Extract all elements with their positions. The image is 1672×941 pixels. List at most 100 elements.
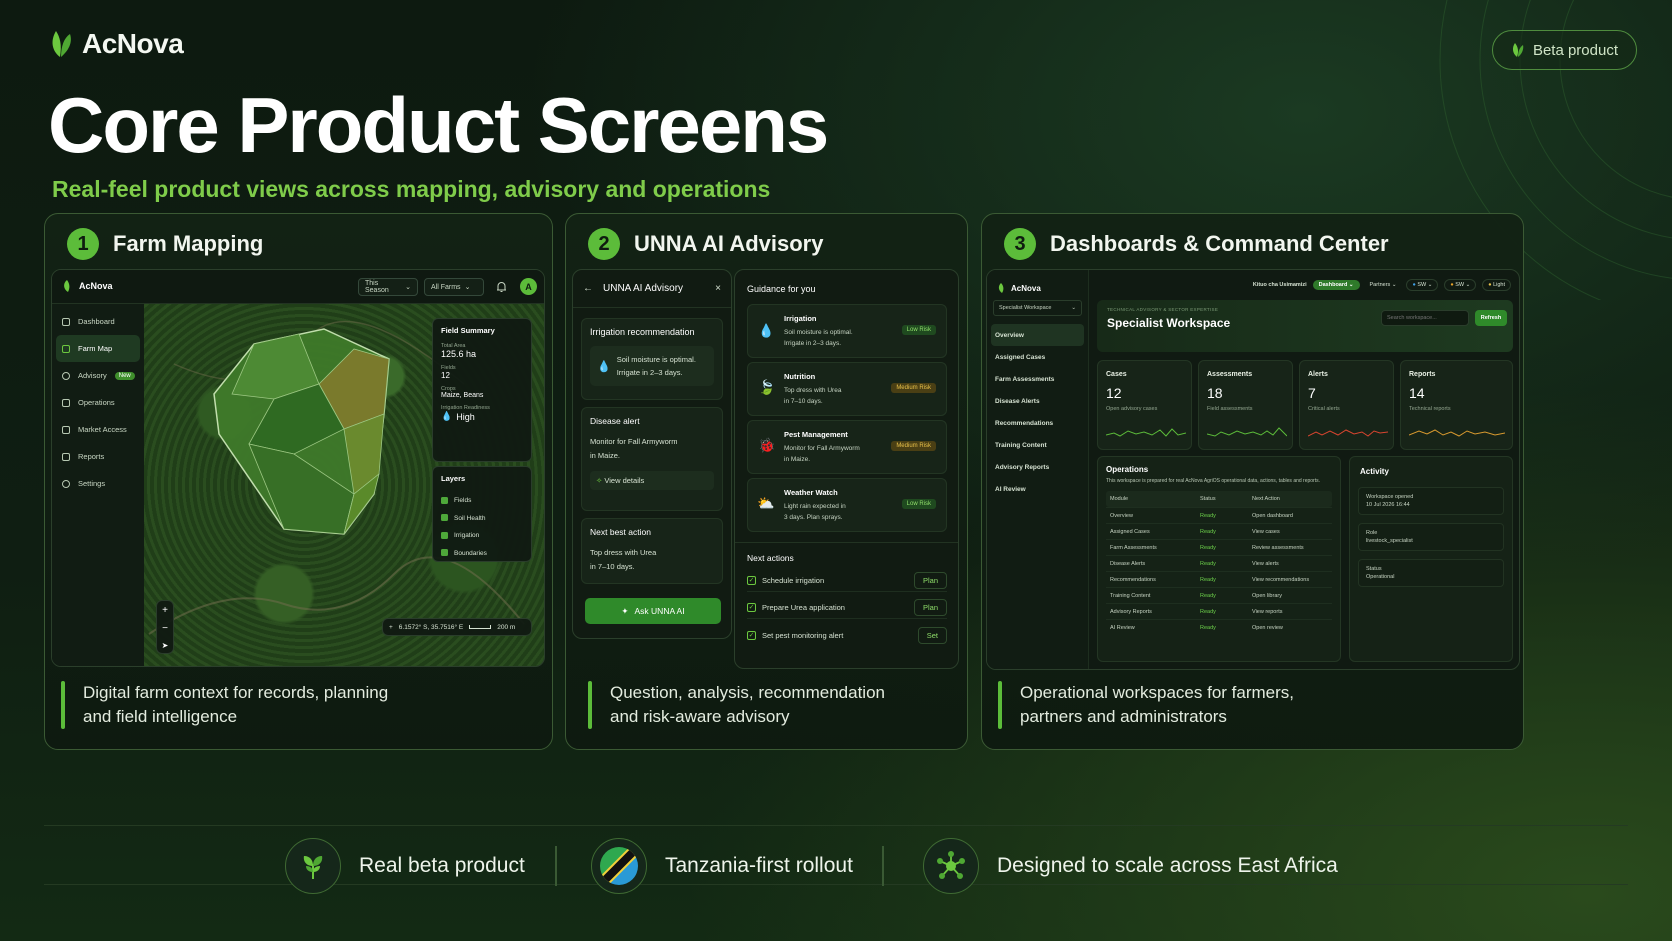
card-caption: Digital farm context for records, planni… <box>61 681 413 729</box>
table-row[interactable]: Disease Alerts Ready View alerts <box>1106 555 1332 571</box>
checkbox-icon <box>441 549 448 557</box>
language-select[interactable]: ● SW ⌄ <box>1406 279 1439 291</box>
cell: Recommendations <box>1110 576 1156 583</box>
total-area-value: 125.6 ha <box>441 349 477 359</box>
table-row[interactable]: Training Content Ready Open library <box>1106 587 1332 603</box>
sidebar-item-advisory[interactable]: Advisory New <box>52 362 144 389</box>
ask-unna-button[interactable]: ✦ Ask UNNA AI <box>585 598 721 624</box>
feature-real-beta: Real beta product <box>285 838 525 894</box>
dashboard-tab[interactable]: Dashboard ⌄ <box>1312 280 1360 290</box>
layer-label: Fields <box>454 497 472 504</box>
dashboard-sidebar: AcNova Specialist Workspace ⌄ Overview As… <box>987 270 1089 669</box>
locate-icon[interactable]: ➤ <box>162 641 169 650</box>
activity-item: Status Operational <box>1358 559 1504 587</box>
zoom-in-button[interactable]: + <box>162 605 168 616</box>
season-select[interactable]: This Season ⌄ <box>358 278 418 296</box>
next-action-line: in 7–10 days. <box>590 562 635 571</box>
table-row[interactable]: Recommendations Ready View recommendations <box>1106 571 1332 587</box>
table-header: Module Status Next Action <box>1106 491 1332 507</box>
table-row[interactable]: Farm Assessments Ready Review assessments <box>1106 539 1332 555</box>
layer-label: Irrigation <box>454 532 480 539</box>
stat-card-alerts[interactable]: Alerts 7 Critical alerts <box>1299 360 1394 450</box>
refresh-button[interactable]: Refresh <box>1475 310 1507 326</box>
table-row[interactable]: Assigned Cases Ready View cases <box>1106 523 1332 539</box>
guidance-item[interactable]: 🍃 Nutrition Top dress with Urea in 7–10 … <box>747 362 947 416</box>
theme-toggle[interactable]: ● Light <box>1482 279 1511 291</box>
disease-line: in Maize. <box>590 451 621 460</box>
sparkline <box>1308 429 1388 437</box>
sidebar-item-assigned-cases[interactable]: Assigned Cases <box>987 346 1088 368</box>
status-cell: Ready <box>1200 576 1216 583</box>
layers-panel: Layers Fields Soil Health Irrigation Bou… <box>432 466 532 562</box>
sidebar-item-market-access[interactable]: Market Access <box>52 416 144 443</box>
sidebar-item-label: Dashboard <box>78 317 115 326</box>
activity-value: Operational <box>1366 574 1395 580</box>
region-select[interactable]: ● SW ⌄ <box>1444 279 1477 291</box>
irrigation-value: High <box>456 411 475 422</box>
card-title: Farm Mapping <box>113 231 264 256</box>
guidance-item[interactable]: 🐞 Pest Management Monitor for Fall Armyw… <box>747 420 947 474</box>
feature-tanzania: Tanzania-first rollout <box>591 838 853 894</box>
set-button[interactable]: Set <box>917 626 947 644</box>
cell: Assigned Cases <box>1110 528 1150 535</box>
satellite-map[interactable]: Field Summary Total Area 125.6 ha Fields… <box>144 304 544 666</box>
sidebar-item-disease-alerts[interactable]: Disease Alerts <box>987 390 1088 412</box>
sidebar-item-label: Settings <box>78 479 106 488</box>
action-cell[interactable]: View alerts <box>1252 561 1332 567</box>
checkbox-icon[interactable]: ✓ <box>747 603 756 612</box>
table-row[interactable]: Advisory Reports Ready View reports <box>1106 603 1332 619</box>
bell-icon[interactable] <box>496 281 507 293</box>
action-cell[interactable]: Open library <box>1252 593 1332 599</box>
next-action-label: Schedule irrigation <box>762 576 825 585</box>
guidance-line: 3 days. Plan sprays. <box>784 514 843 521</box>
checkbox-icon[interactable]: ✓ <box>747 630 756 640</box>
guidance-item-title: Irrigation <box>784 314 817 323</box>
layer-toggle-boundaries[interactable]: Boundaries <box>441 545 523 563</box>
card-caption: Question, analysis, recommendation and r… <box>588 681 910 729</box>
action-cell[interactable]: Open review <box>1252 625 1332 631</box>
workspace-select[interactable]: Specialist Workspace ⌄ <box>993 300 1082 316</box>
action-cell[interactable]: Open dashboard <box>1252 513 1332 519</box>
sidebar-item-ai-review[interactable]: AI Review <box>987 478 1088 500</box>
stat-card-cases[interactable]: Cases 12 Open advisory cases <box>1097 360 1192 450</box>
avatar[interactable]: A <box>520 278 537 295</box>
crosshair-icon: + <box>389 623 393 631</box>
sidebar-item-farm-map[interactable]: Farm Map <box>56 335 140 362</box>
action-cell[interactable]: View cases <box>1252 529 1332 535</box>
sidebar-item-settings[interactable]: Settings <box>52 470 144 497</box>
guidance-item[interactable]: ⛅ Weather Watch Light rain expected in 3… <box>747 478 947 532</box>
farms-select[interactable]: All Farms ⌄ <box>424 278 484 296</box>
stat-card-assessments[interactable]: Assessments 18 Field assessments <box>1198 360 1293 450</box>
guidance-item[interactable]: 💧 Irrigation Soil moisture is optimal. I… <box>747 304 947 358</box>
sidebar-item-overview[interactable]: Overview <box>991 324 1084 346</box>
brand-name: AcNova <box>82 28 184 59</box>
sidebar-item-training-content[interactable]: Training Content <box>987 434 1088 456</box>
sidebar-item-operations[interactable]: Operations <box>52 389 144 416</box>
partners-menu[interactable]: Partners ⌄ <box>1366 280 1401 290</box>
sidebar-item-dashboard[interactable]: Dashboard <box>52 308 144 335</box>
plan-button[interactable]: Plan <box>913 599 947 616</box>
back-arrow-icon[interactable]: ← <box>583 283 593 294</box>
sidebar-item-recommendations[interactable]: Recommendations <box>987 412 1088 434</box>
sidebar-item-farm-assessments[interactable]: Farm Assessments <box>987 368 1088 390</box>
view-details-link[interactable]: ✧ View details <box>590 471 714 490</box>
tanzania-flag-icon <box>591 838 647 894</box>
layer-toggle-soil-health[interactable]: Soil Health <box>441 510 523 528</box>
action-cell[interactable]: View reports <box>1252 609 1332 615</box>
table-row[interactable]: Overview Ready Open dashboard <box>1106 507 1332 523</box>
sidebar-item-advisory-reports[interactable]: Advisory Reports <box>987 456 1088 478</box>
stat-card-reports[interactable]: Reports 14 Technical reports <box>1400 360 1513 450</box>
layer-toggle-fields[interactable]: Fields <box>441 492 523 510</box>
leaf-icon <box>1512 43 1524 57</box>
plan-button[interactable]: Plan <box>913 572 947 589</box>
search-input[interactable] <box>1381 310 1469 326</box>
close-icon[interactable]: × <box>715 283 721 294</box>
checkbox-icon[interactable]: ✓ <box>747 576 756 585</box>
sidebar-item-reports[interactable]: Reports <box>52 443 144 470</box>
zoom-out-button[interactable]: − <box>162 623 168 634</box>
table-row[interactable]: AI Review Ready Open review <box>1106 619 1332 635</box>
layer-toggle-irrigation[interactable]: Irrigation <box>441 527 523 545</box>
scale-text: 200 m <box>497 623 516 631</box>
action-cell[interactable]: Review assessments <box>1252 545 1332 551</box>
action-cell[interactable]: View recommendations <box>1252 577 1332 583</box>
